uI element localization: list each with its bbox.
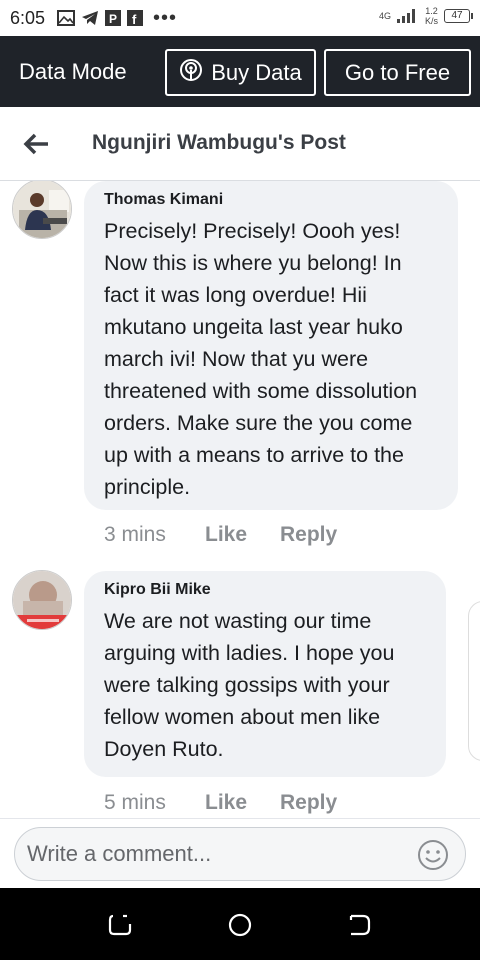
comment-actions: 5 mins Like Reply: [104, 791, 337, 815]
data-mode-label: Data Mode: [19, 58, 127, 84]
page-title: Ngunjiri Wambugu's Post: [92, 131, 346, 154]
comment-time: 3 mins: [104, 523, 166, 546]
comment-author[interactable]: Kipro Bii Mike: [104, 581, 426, 599]
back-icon[interactable]: [347, 912, 373, 938]
speed-value: 1.2: [425, 6, 438, 16]
comment-author[interactable]: Thomas Kimani: [104, 191, 438, 209]
buy-data-label: Buy Data: [211, 59, 302, 85]
p-icon: P: [105, 10, 122, 26]
back-arrow-icon[interactable]: [22, 132, 50, 156]
notification-icons: P f •••: [57, 8, 177, 28]
navigation-bar: [0, 888, 480, 960]
reply-button[interactable]: Reply: [280, 523, 337, 547]
svg-text:f: f: [132, 12, 137, 26]
comment-input[interactable]: Write a comment...: [14, 827, 466, 881]
reply-button[interactable]: Reply: [280, 791, 337, 815]
recent-apps-icon[interactable]: [107, 912, 133, 938]
avatar[interactable]: [12, 570, 72, 630]
comment-time: 5 mins: [104, 791, 166, 814]
comment-text: Precisely! Precisely! Oooh yes! Now this…: [104, 219, 418, 499]
post-header: Ngunjiri Wambugu's Post: [0, 107, 480, 181]
scroll-handle: [468, 601, 480, 761]
status-time: 6:05: [10, 7, 46, 28]
comments-list[interactable]: Thomas Kimani Precisely! Precisely! Oooh…: [0, 181, 480, 818]
gallery-icon: [57, 10, 76, 26]
like-button[interactable]: Like: [205, 791, 280, 815]
facebook-icon: f: [127, 10, 144, 26]
avatar[interactable]: [12, 181, 72, 239]
broadcast-icon: [179, 58, 203, 88]
home-icon[interactable]: [227, 912, 253, 938]
like-button[interactable]: Like: [205, 523, 280, 547]
go-to-free-label: Go to Free: [344, 59, 451, 85]
comment-actions: 3 mins Like Reply: [104, 523, 337, 547]
data-mode-bar: Data Mode Buy Data Go to Free: [0, 36, 480, 107]
network-speed: 1.2 K/s: [425, 6, 438, 26]
go-to-free-button[interactable]: Go to Free: [324, 49, 471, 96]
comment-composer-bar: Write a comment...: [0, 818, 480, 888]
comment-placeholder: Write a comment...: [27, 841, 212, 866]
network-type: 4G: [378, 11, 391, 21]
telegram-icon: [81, 10, 99, 26]
comment-text: We are not wasting our time arguing with…: [104, 609, 395, 761]
speed-unit: K/s: [424, 16, 438, 26]
battery-icon: 47: [444, 9, 473, 23]
signal-icon: [396, 9, 419, 23]
comment-bubble[interactable]: Thomas Kimani Precisely! Precisely! Oooh…: [84, 181, 458, 510]
more-notifications-icon: •••: [153, 7, 178, 29]
status-bar: 6:05 P f ••• 4G 1.2 K/s 47: [0, 0, 480, 36]
comment-bubble[interactable]: Kipro Bii Mike We are not wasting our ti…: [84, 571, 446, 777]
emoji-icon[interactable]: [417, 839, 449, 871]
buy-data-button[interactable]: Buy Data: [165, 49, 316, 96]
status-right: 4G 1.2 K/s 47: [378, 6, 473, 26]
svg-text:P: P: [109, 12, 117, 26]
